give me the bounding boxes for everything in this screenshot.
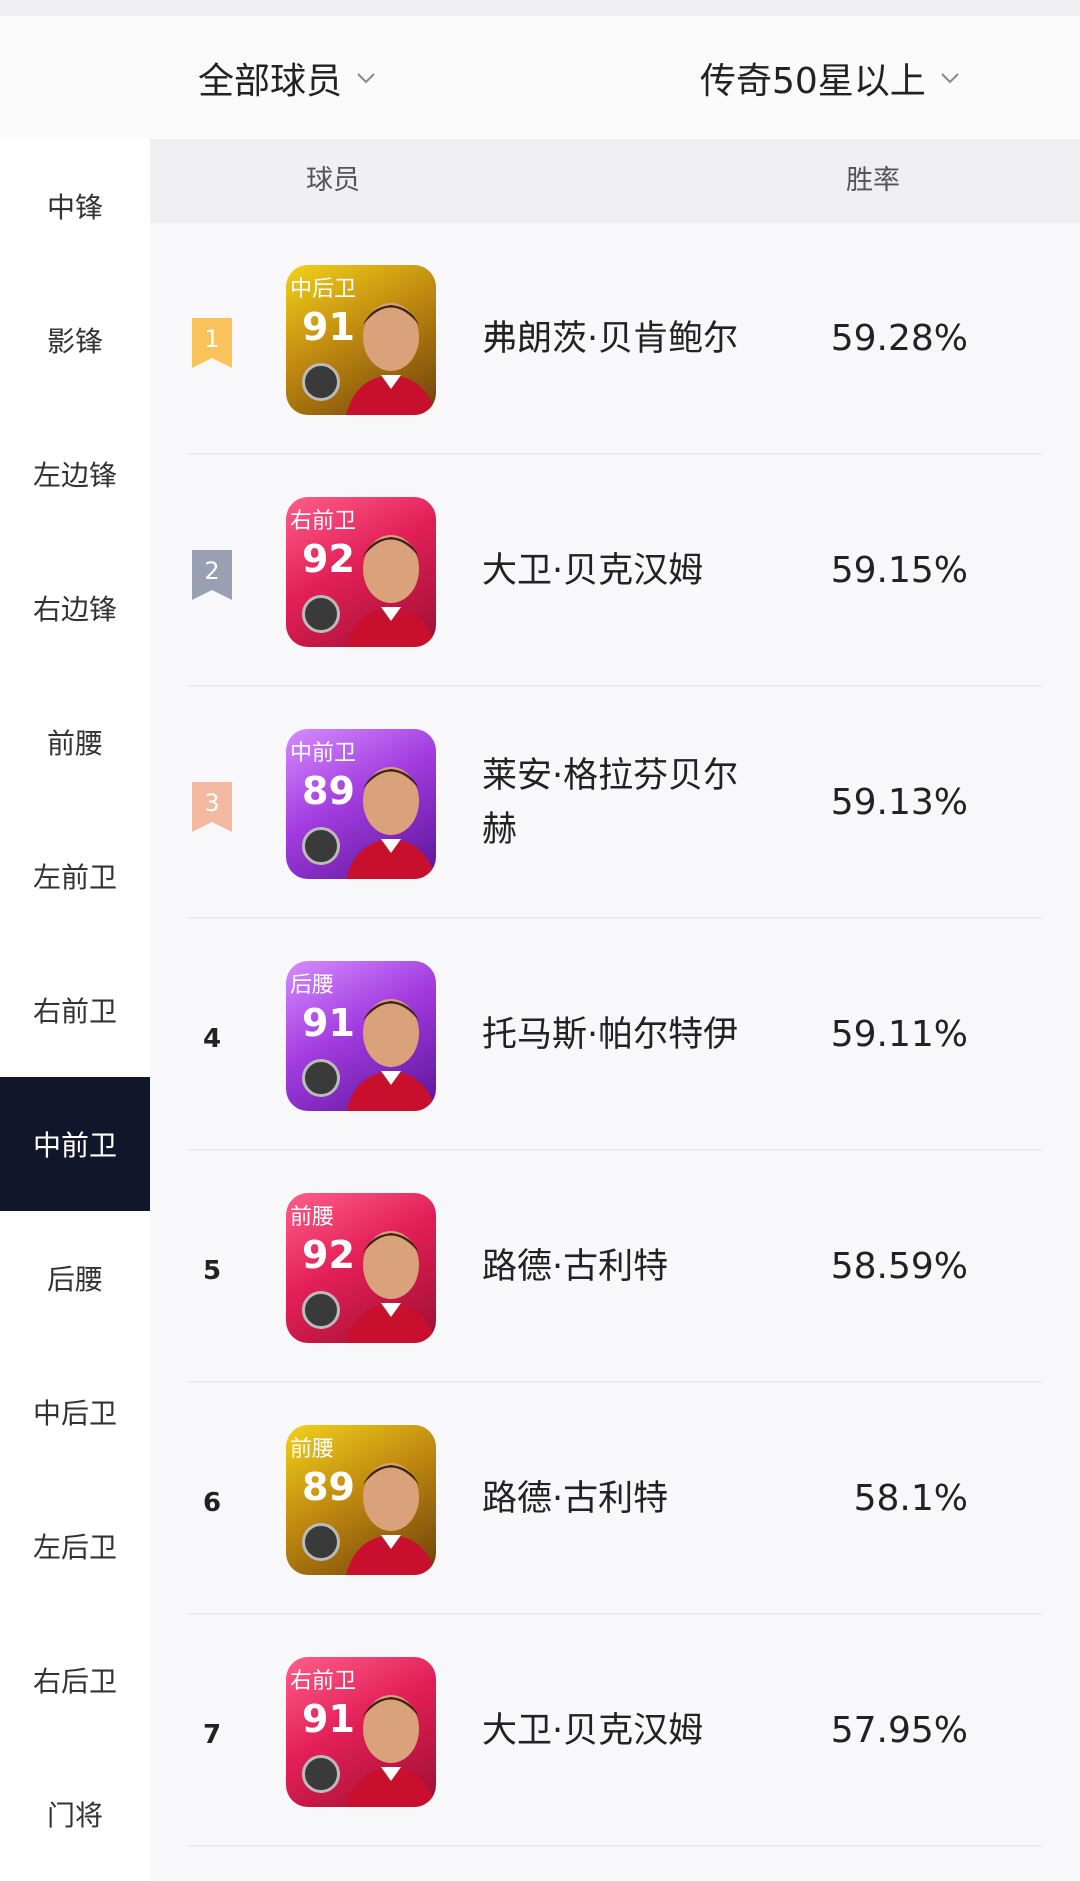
- sidebar-item-label: 左后卫: [32, 1531, 117, 1564]
- card-position-label: 前腰: [290, 1437, 335, 1462]
- sidebar-item-label: 右前卫: [32, 995, 117, 1028]
- table-row[interactable]: 7 右前卫 91 大卫·贝克汉姆 57.95%: [150, 1615, 1080, 1847]
- player-filter-label: 全部球员: [198, 60, 343, 102]
- sidebar-item-label: 前腰: [46, 727, 103, 760]
- player-name: 路德·古利特: [482, 1479, 669, 1519]
- win-rate-value: 58.59%: [830, 1246, 968, 1287]
- player-name: 托马斯·帕尔特伊: [482, 1015, 739, 1055]
- rank-number: 7: [202, 1720, 222, 1750]
- card-rating: 91: [302, 1001, 355, 1045]
- player-name: 莱安·格拉芬贝尔赫: [482, 756, 739, 850]
- sidebar-item-position[interactable]: 影锋: [0, 273, 150, 407]
- column-header-win-rate: 胜率: [846, 165, 900, 196]
- card-rating: 92: [302, 537, 355, 581]
- card-position-label: 右前卫: [290, 1669, 357, 1694]
- player-name: 弗朗茨·贝肯鲍尔: [482, 319, 739, 359]
- table-row[interactable]: 4 后腰 91 托马斯·帕尔特伊 59.11%: [150, 919, 1080, 1151]
- table-row[interactable]: 1 中后卫 91 弗朗茨·贝肯鲍尔 59.28%: [150, 223, 1080, 455]
- player-filter-dropdown[interactable]: 全部球员: [198, 16, 378, 139]
- player-card[interactable]: 后腰 91: [286, 961, 436, 1111]
- legend-badge-icon: [302, 595, 340, 633]
- filter-bar: 全部球员 传奇50星以上: [0, 16, 1080, 139]
- legend-badge-icon: [302, 1523, 340, 1561]
- sidebar-item-position[interactable]: 左前卫: [0, 809, 150, 943]
- legend-badge-icon: [302, 1059, 340, 1097]
- sidebar-item-label: 右后卫: [32, 1665, 117, 1698]
- sidebar-item-position[interactable]: 中前卫: [0, 1077, 150, 1211]
- win-rate-value: 58.1%: [853, 1478, 968, 1519]
- table-header: 球员 胜率: [150, 139, 1080, 223]
- sidebar-item-label: 左前卫: [32, 861, 117, 894]
- sidebar-item-position[interactable]: 右前卫: [0, 943, 150, 1077]
- rank-flag-badge: 1: [192, 318, 232, 368]
- win-rate-value: 59.15%: [830, 550, 968, 591]
- sidebar-item-label: 左边锋: [32, 459, 117, 492]
- card-rating: 89: [302, 1465, 355, 1509]
- sidebar-item-position[interactable]: 左后卫: [0, 1479, 150, 1613]
- sidebar-item-position[interactable]: 左边锋: [0, 407, 150, 541]
- chevron-down-icon: [357, 72, 375, 83]
- card-position-label: 中后卫: [290, 277, 357, 302]
- table-row[interactable]: 6 前腰 89 路德·古利特 58.1%: [150, 1383, 1080, 1615]
- sidebar-item-label: 中锋: [46, 191, 103, 224]
- player-name: 路德·古利特: [482, 1247, 669, 1287]
- player-card[interactable]: 前腰 92: [286, 1193, 436, 1343]
- rank-flag-badge: 3: [192, 782, 232, 832]
- rank-number: 4: [202, 1024, 222, 1054]
- card-rating: 89: [302, 769, 355, 813]
- sidebar-item-label: 门将: [46, 1799, 103, 1832]
- table-row[interactable]: 2 右前卫 92 大卫·贝克汉姆 59.15%: [150, 455, 1080, 687]
- column-header-player: 球员: [306, 165, 360, 196]
- player-card[interactable]: 中后卫 91: [286, 265, 436, 415]
- player-card[interactable]: 中前卫 89: [286, 729, 436, 879]
- sidebar-item-label: 影锋: [46, 325, 103, 358]
- sidebar-item-position[interactable]: 中后卫: [0, 1345, 150, 1479]
- table-row[interactable]: 3 中前卫 89 莱安·格拉芬贝尔赫 59.13%: [150, 687, 1080, 919]
- card-rating: 91: [302, 1697, 355, 1741]
- rank-flag-badge: 2: [192, 550, 232, 600]
- sidebar-item-position[interactable]: 中锋: [0, 139, 150, 273]
- sidebar-item-label: 中前卫: [32, 1129, 117, 1162]
- card-position-label: 后腰: [290, 973, 335, 998]
- rarity-filter-label: 传奇50星以上: [700, 60, 926, 102]
- card-rating: 91: [302, 305, 355, 349]
- player-card[interactable]: 右前卫 91: [286, 1657, 436, 1807]
- win-rate-value: 57.95%: [830, 1710, 968, 1751]
- legend-badge-icon: [302, 827, 340, 865]
- card-position-label: 前腰: [290, 1205, 335, 1230]
- rank-number: 6: [202, 1488, 222, 1518]
- card-position-label: 右前卫: [290, 509, 357, 534]
- player-card[interactable]: 右前卫 92: [286, 497, 436, 647]
- card-position-label: 中前卫: [290, 741, 357, 766]
- row-divider: [188, 1845, 1042, 1847]
- sidebar-item-position[interactable]: 右后卫: [0, 1613, 150, 1747]
- player-name: 大卫·贝克汉姆: [482, 551, 704, 591]
- chevron-down-icon: [941, 72, 959, 83]
- win-rate-value: 59.13%: [830, 782, 968, 823]
- win-rate-value: 59.28%: [830, 318, 968, 359]
- player-name: 大卫·贝克汉姆: [482, 1711, 704, 1751]
- sidebar-item-position[interactable]: 门将: [0, 1747, 150, 1881]
- card-rating: 92: [302, 1233, 355, 1277]
- sidebar-item-position[interactable]: 前腰: [0, 675, 150, 809]
- player-card[interactable]: 前腰 89: [286, 1425, 436, 1575]
- table-row[interactable]: 5 前腰 92 路德·古利特 58.59%: [150, 1151, 1080, 1383]
- sidebar-item-label: 中后卫: [32, 1397, 117, 1430]
- legend-badge-icon: [302, 363, 340, 401]
- status-strip: [0, 0, 1080, 16]
- win-rate-value: 59.11%: [830, 1014, 968, 1055]
- sidebar-item-label: 后腰: [46, 1263, 103, 1296]
- legend-badge-icon: [302, 1291, 340, 1329]
- legend-badge-icon: [302, 1755, 340, 1793]
- rarity-filter-dropdown[interactable]: 传奇50星以上: [700, 16, 962, 139]
- sidebar-item-position[interactable]: 后腰: [0, 1211, 150, 1345]
- sidebar-item-position[interactable]: 右边锋: [0, 541, 150, 675]
- sidebar-item-label: 右边锋: [32, 593, 117, 626]
- rank-number: 5: [202, 1256, 222, 1286]
